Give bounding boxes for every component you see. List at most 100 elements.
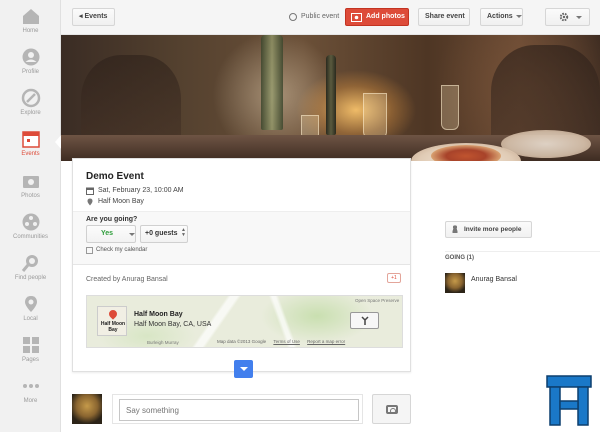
actions-menu-button[interactable]: Actions	[480, 8, 523, 26]
nav-item-pages[interactable]: Pages	[0, 335, 61, 375]
event-location-text: Half Moon Bay	[98, 198, 144, 205]
stepper-arrows-icon: ▲ ▼	[181, 227, 186, 238]
nav-label: Local	[23, 316, 38, 322]
comment-input[interactable]	[119, 399, 359, 421]
calendar-icon	[86, 187, 94, 195]
nav-item-local[interactable]: Local	[0, 294, 61, 334]
map-data-credit: Map data ©2013 Google	[217, 339, 267, 344]
map-credits: Map data ©2013 Google Terms of Use Repor…	[217, 339, 345, 344]
local-icon	[24, 296, 37, 312]
pages-icon	[22, 337, 39, 353]
check-calendar-link[interactable]: Check my calendar	[86, 247, 148, 254]
nav-label: Communities	[12, 234, 48, 240]
attendee-name[interactable]: Anurag Bansal	[471, 276, 517, 283]
rsvp-value: Yes	[101, 230, 114, 237]
expand-details-button[interactable]	[234, 360, 253, 378]
event-title: Demo Event	[86, 171, 144, 182]
nav-label: Photos	[21, 193, 40, 199]
event-datetime-text: Sat, February 23, 10:00 AM	[98, 187, 184, 194]
nav-item-communities[interactable]: Communities	[0, 212, 61, 252]
map-place-name: Half Moon Bay	[134, 311, 183, 318]
guests-stepper[interactable]: +0 guests ▲ ▼	[140, 225, 188, 243]
invite-label: Invite more people	[464, 226, 522, 233]
explore-icon	[21, 88, 40, 108]
event-toolbar: ◂ Events Public event Add photos Share e…	[61, 0, 600, 35]
chevron-down-icon	[576, 16, 582, 19]
add-photos-label: Add photos	[366, 13, 405, 20]
photo-glass-shape	[363, 93, 387, 138]
event-cover-photo	[61, 35, 600, 161]
camera-icon	[386, 405, 398, 414]
guests-value: +0 guests	[145, 230, 178, 237]
globe-icon	[289, 13, 297, 21]
watermark-logo	[544, 374, 594, 427]
nav-item-events[interactable]: Events	[0, 129, 61, 169]
photo-plate-shape	[501, 130, 591, 158]
attendee-avatar[interactable]	[445, 273, 465, 293]
communities-icon	[22, 213, 39, 231]
person-add-icon	[451, 225, 459, 233]
nav-item-profile[interactable]: Profile	[0, 47, 61, 87]
rsvp-question: Are you going?	[86, 216, 138, 223]
calendar-check-icon	[86, 247, 93, 254]
event-page: ◂ Events Public event Add photos Share e…	[61, 0, 600, 432]
event-location[interactable]: Half Moon Bay	[86, 198, 144, 206]
public-event-indicator: Public event	[289, 8, 339, 26]
map-report-link[interactable]: Report a map error	[307, 339, 345, 344]
nav-item-photos[interactable]: Photos	[0, 171, 61, 211]
rsvp-section: Are you going? Yes +0 guests ▲ ▼ Check my…	[73, 211, 410, 265]
photo-bottle-shape	[261, 35, 283, 130]
photo-glass-shape	[441, 85, 459, 130]
back-to-events-button[interactable]: ◂ Events	[72, 8, 115, 26]
event-header: Demo Event Sat, February 23, 10:00 AM Ha…	[73, 159, 410, 211]
add-photo-comment-button[interactable]	[372, 394, 411, 424]
share-event-button[interactable]: Share event	[418, 8, 470, 26]
share-event-label: Share event	[425, 13, 465, 20]
my-avatar	[72, 394, 102, 424]
home-icon	[22, 9, 39, 24]
rsvp-select[interactable]: Yes	[86, 225, 136, 243]
nav-label: More	[23, 398, 38, 404]
nav-item-find-people[interactable]: Find people	[0, 253, 61, 293]
nav-label: Profile	[21, 69, 39, 75]
chevron-down-icon	[515, 14, 522, 18]
nav-item-explore[interactable]: Explore	[0, 88, 61, 128]
map-terms-link[interactable]: Terms of Use	[273, 339, 300, 344]
map-pin-icon	[87, 198, 93, 206]
nav-label: Find people	[14, 275, 47, 281]
public-event-label: Public event	[301, 13, 340, 20]
photos-icon	[22, 176, 39, 188]
nav-item-more[interactable]: More	[0, 376, 61, 416]
gear-icon	[559, 12, 569, 22]
map-thumb-label: Half Moon Bay	[100, 321, 126, 333]
directions-icon	[361, 316, 369, 325]
find-people-icon	[21, 255, 38, 272]
more-icon	[22, 384, 39, 388]
event-creator: Created by Anurag Bansal	[86, 276, 168, 283]
going-header: GOING (1)	[445, 251, 600, 261]
map-place-label: Burleigh Murray	[147, 340, 179, 345]
map-address: Half Moon Bay, CA, USA	[134, 321, 212, 328]
nav-item-home[interactable]: Home	[0, 6, 61, 46]
back-button-label: Events	[84, 13, 108, 20]
plus-one-button[interactable]: +1	[387, 273, 401, 283]
nav-label: Explore	[20, 110, 41, 116]
map-pin-icon	[107, 308, 119, 320]
event-datetime: Sat, February 23, 10:00 AM	[86, 187, 184, 195]
photo-food-shape	[431, 145, 501, 161]
add-photo-icon	[351, 13, 362, 22]
nav-label: Pages	[21, 357, 39, 363]
events-icon	[21, 131, 40, 148]
add-photos-button[interactable]: Add photos	[345, 8, 409, 26]
photo-bottle-shape	[326, 55, 336, 135]
directions-button[interactable]	[350, 312, 379, 329]
event-location-map[interactable]: Open Space Preserve Burleigh Murray Half…	[86, 295, 403, 348]
event-details-card: Demo Event Sat, February 23, 10:00 AM Ha…	[72, 158, 411, 372]
check-calendar-label: Check my calendar	[96, 247, 148, 253]
map-place-label: Open Space Preserve	[355, 298, 400, 303]
invite-more-people-button[interactable]: Invite more people	[445, 221, 532, 238]
profile-icon	[22, 48, 39, 66]
nav-label: Events	[21, 151, 40, 157]
settings-menu-button[interactable]	[545, 8, 590, 26]
chevron-down-icon	[129, 233, 135, 236]
